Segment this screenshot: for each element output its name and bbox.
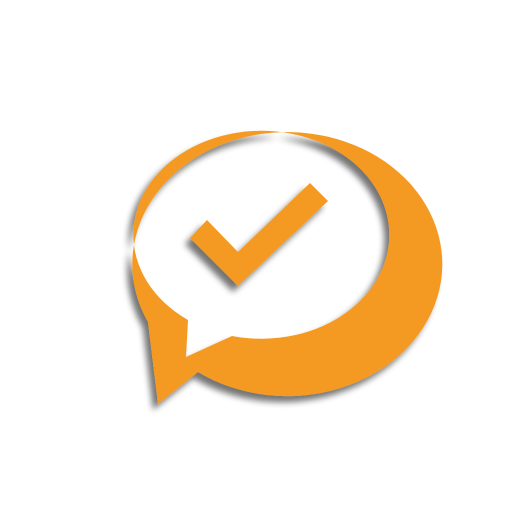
speech-bubble-ring	[132, 130, 443, 404]
checkmark-icon	[190, 183, 328, 286]
chat-bubble-checkmark-icon	[0, 0, 512, 512]
chat-bubble-checkmark-svg	[132, 130, 443, 404]
